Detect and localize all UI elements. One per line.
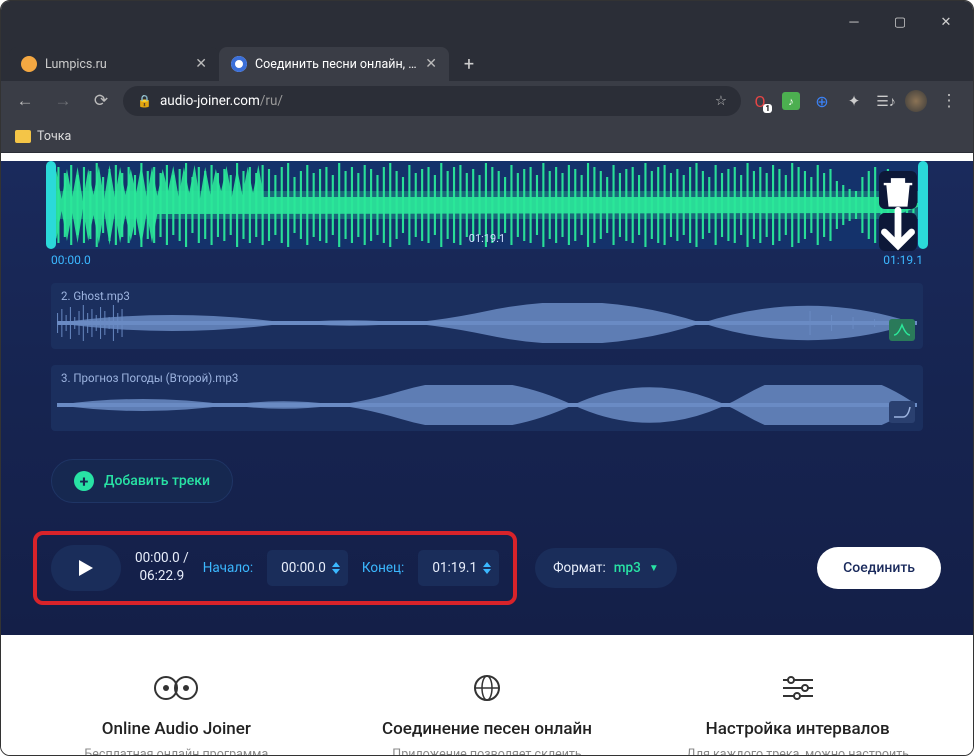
end-label: Конец: <box>362 560 404 576</box>
reload-button[interactable]: ⟳ <box>85 85 117 117</box>
forward-button[interactable]: → <box>47 85 79 117</box>
joiner-icon <box>51 671 302 705</box>
start-marker: 00:00.0 <box>51 253 91 267</box>
profile-avatar[interactable] <box>905 90 927 112</box>
folder-icon <box>15 130 31 143</box>
waveform-small <box>51 303 923 349</box>
tab-title: Соединить песни онлайн, склеи <box>255 57 417 72</box>
fade-button[interactable] <box>889 401 915 423</box>
bookmarks-bar: Точка <box>1 121 973 153</box>
tab-title: Lumpics.ru <box>45 57 187 72</box>
menu-button[interactable]: ⋮ <box>933 85 965 117</box>
add-tracks-label: Добавить треки <box>104 473 210 489</box>
format-selector[interactable]: Формат: mp3 ▼ <box>535 548 677 588</box>
info-column-3: Настройка интервалов Для каждого трека, … <box>672 671 923 756</box>
track-name: 3. Прогноз Погоды (Второй).mp3 <box>51 365 923 385</box>
track-name: 2. Ghost.mp3 <box>51 283 923 303</box>
sliders-icon <box>672 671 923 705</box>
page-content: 01:19.1 00:00.0 01:19.1 2. Ghost.mp3 <box>1 153 973 756</box>
spinner-icon[interactable] <box>332 562 340 574</box>
info-title: Online Audio Joiner <box>51 719 302 739</box>
bookmark-star-icon[interactable]: ☆ <box>715 93 727 109</box>
control-row: 00:00.0 / 06:22.9 Начало: 00:00.0 Конец:… <box>33 531 941 605</box>
favicon-icon <box>21 56 37 72</box>
join-label: Соединить <box>843 560 915 576</box>
info-section: Online Audio Joiner Бесплатная онлайн пр… <box>1 635 973 756</box>
globe-icon <box>362 671 613 705</box>
start-time-input[interactable]: 00:00.0 <box>267 550 348 586</box>
lock-icon: 🔒 <box>137 94 152 108</box>
info-text: Приложение позволяет склеить <box>362 747 613 756</box>
info-column-2: Соединение песен онлайн Приложение позво… <box>362 671 613 756</box>
track-2[interactable]: 2. Ghost.mp3 <box>51 283 923 349</box>
main-waveform[interactable]: 01:19.1 <box>51 161 923 249</box>
trim-handle-right[interactable] <box>918 161 928 249</box>
tab-strip: Lumpics.ru ✕ Соединить песни онлайн, скл… <box>1 43 973 81</box>
start-value: 00:00.0 <box>281 560 326 576</box>
time-markers: 00:00.0 01:19.1 <box>51 253 923 267</box>
start-label: Начало: <box>203 560 253 576</box>
window-titlebar: ─ ▢ ✕ <box>1 1 973 43</box>
url-input[interactable]: 🔒 audio-joiner.com/ru/ ☆ <box>123 86 741 116</box>
format-label: Формат: <box>553 560 606 576</box>
favicon-icon <box>231 56 247 72</box>
crossfade-button[interactable] <box>889 319 915 341</box>
tab-close-icon[interactable]: ✕ <box>425 56 437 72</box>
close-button[interactable]: ✕ <box>923 1 969 43</box>
info-text: Бесплатная онлайн программа <box>51 747 302 756</box>
join-button[interactable]: Соединить <box>817 547 941 589</box>
info-title: Соединение песен онлайн <box>362 719 613 739</box>
add-tracks-button[interactable]: + Добавить треки <box>51 459 233 503</box>
bookmark-folder[interactable]: Точка <box>15 129 71 144</box>
playback-time: 00:00.0 / 06:22.9 <box>135 550 189 585</box>
end-value: 01:19.1 <box>432 560 477 576</box>
move-down-button[interactable] <box>879 213 917 251</box>
url-path: /ru/ <box>260 93 283 109</box>
spinner-icon[interactable] <box>483 562 491 574</box>
format-value: mp3 <box>614 560 641 576</box>
waveform-small <box>51 385 923 431</box>
chevron-down-icon: ▼ <box>649 563 659 574</box>
info-text: Для каждого трека, можно настроить <box>672 747 923 756</box>
maximize-button[interactable]: ▢ <box>877 1 923 43</box>
info-title: Настройка интервалов <box>672 719 923 739</box>
reading-list-icon[interactable]: ☰♪ <box>876 91 896 111</box>
tab-audio-joiner[interactable]: Соединить песни онлайн, склеи ✕ <box>219 47 449 81</box>
play-button[interactable] <box>51 545 121 591</box>
extensions-button[interactable]: ✦ <box>844 91 864 111</box>
extension-globe-icon[interactable]: ⊕ <box>812 91 832 111</box>
trim-handle-left[interactable] <box>46 161 56 249</box>
extension-music-icon[interactable]: ♪ <box>782 92 800 110</box>
new-tab-button[interactable]: + <box>455 50 483 78</box>
extension-opera-icon[interactable]: O1 <box>750 91 770 111</box>
address-bar-row: ← → ⟳ 🔒 audio-joiner.com/ru/ ☆ O1 ♪ ⊕ ✦ … <box>1 81 973 121</box>
highlight-box: 00:00.0 / 06:22.9 Начало: 00:00.0 Конец:… <box>33 531 517 605</box>
end-time-input[interactable]: 01:19.1 <box>418 550 499 586</box>
track-3[interactable]: 3. Прогноз Погоды (Второй).mp3 <box>51 365 923 431</box>
back-button[interactable]: ← <box>9 85 41 117</box>
tab-close-icon[interactable]: ✕ <box>195 56 207 72</box>
minimize-button[interactable]: ─ <box>831 1 877 43</box>
track-duration: 01:19.1 <box>469 232 505 245</box>
plus-icon: + <box>74 471 94 491</box>
tab-lumpics[interactable]: Lumpics.ru ✕ <box>9 47 219 81</box>
bookmark-label: Точка <box>37 129 71 144</box>
info-column-1: Online Audio Joiner Бесплатная онлайн пр… <box>51 671 302 756</box>
url-host: audio-joiner.com <box>160 93 260 109</box>
